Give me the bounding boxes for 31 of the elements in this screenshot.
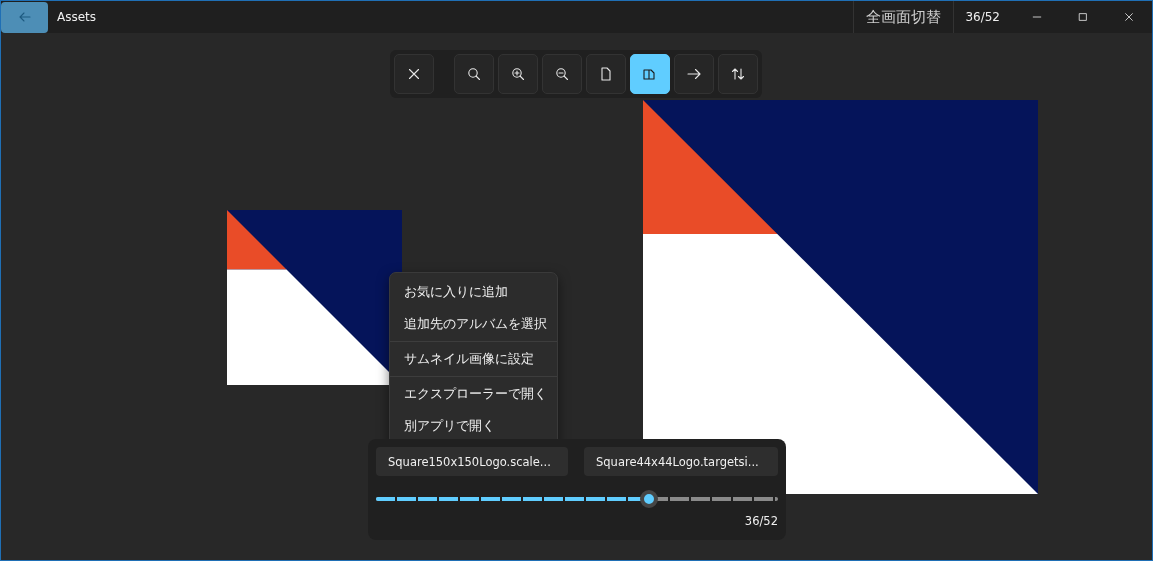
back-button[interactable] bbox=[1, 1, 48, 33]
toolbar-button[interactable] bbox=[498, 54, 538, 94]
toolbar-button[interactable] bbox=[630, 54, 670, 94]
window-title: Assets bbox=[57, 10, 97, 24]
menu-item[interactable]: エクスプローラーで開く bbox=[390, 378, 557, 410]
swap-arrows-icon bbox=[730, 66, 746, 82]
close-icon bbox=[406, 66, 422, 82]
toolbar-button[interactable] bbox=[394, 54, 434, 94]
slider-position: 36/52 bbox=[743, 514, 778, 528]
menu-item[interactable]: サムネイル画像に設定 bbox=[390, 343, 557, 375]
file-dropdown[interactable]: Square150x150Logo.scale... bbox=[376, 447, 568, 476]
maximize-icon bbox=[1077, 11, 1089, 23]
toolbar-button[interactable] bbox=[718, 54, 758, 94]
zoom-in-icon bbox=[510, 66, 526, 82]
menu-item[interactable]: 追加先のアルバムを選択 bbox=[390, 308, 557, 340]
search-icon bbox=[466, 66, 482, 82]
menu-item[interactable]: お気に入りに追加 bbox=[390, 276, 557, 308]
right-arrow-icon bbox=[686, 66, 702, 82]
menu-item[interactable]: 別アプリで開く bbox=[390, 410, 557, 442]
toolbar-button[interactable] bbox=[542, 54, 582, 94]
fullscreen-toggle-button[interactable]: 全画面切替 bbox=[853, 1, 955, 33]
toolbar-button[interactable] bbox=[454, 54, 494, 94]
split-page-icon bbox=[642, 66, 658, 82]
image-counter: 36/52 bbox=[964, 10, 1001, 24]
slider-thumb[interactable] bbox=[640, 490, 659, 508]
zoom-out-icon bbox=[554, 66, 570, 82]
toolbar-button[interactable] bbox=[586, 54, 626, 94]
page-icon bbox=[598, 66, 614, 82]
toolbar-button[interactable] bbox=[674, 54, 714, 94]
close-icon bbox=[1123, 11, 1135, 23]
file-dropdown[interactable]: Square44x44Logo.targetsi... bbox=[584, 447, 778, 476]
